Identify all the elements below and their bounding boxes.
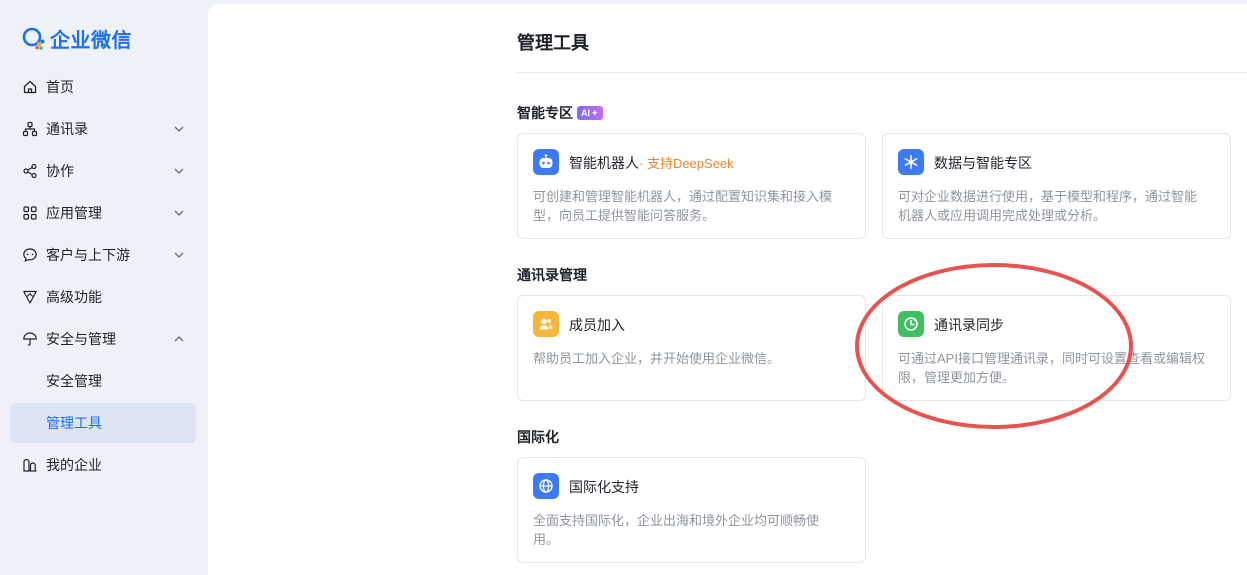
sidebar-item-security[interactable]: 安全与管理	[10, 319, 196, 359]
sidebar-item-app-management[interactable]: 应用管理	[10, 193, 196, 233]
sidebar-item-label: 安全与管理	[46, 331, 116, 347]
ai-badge-text: AI	[581, 108, 590, 118]
chevron-down-icon[interactable]	[172, 122, 186, 136]
data-snowflake-icon	[898, 149, 924, 175]
sidebar-item-home[interactable]: 首页	[10, 67, 196, 107]
app-logo[interactable]: 企业微信	[20, 24, 132, 52]
section-title-text: 国际化	[517, 429, 559, 445]
page-title: 管理工具	[517, 33, 589, 53]
card-title: 数据与智能专区	[934, 155, 1032, 171]
sidebar-item-label: 管理工具	[46, 415, 102, 431]
card-title: 成员加入	[569, 317, 625, 333]
main-content: 管理工具 智能专区 AI ✦ 智能机器人· 支持DeepSeek 可创建和管理智…	[208, 4, 1247, 575]
card-internationalization[interactable]: 国际化支持 全面支持国际化，企业出海和境外企业均可顺畅使用。	[517, 457, 866, 563]
robot-icon	[533, 149, 559, 175]
share-icon	[22, 163, 38, 179]
building-icon	[22, 457, 38, 473]
section-title-contacts: 通讯录管理	[517, 265, 587, 285]
card-member-join[interactable]: 成员加入 帮助员工加入企业，并开始使用企业微信。	[517, 295, 866, 401]
sidebar-item-management-tools[interactable]: 管理工具	[10, 403, 196, 443]
card-description: 帮助员工加入企业，并开始使用企业微信。	[533, 351, 781, 366]
card-title: 智能机器人· 支持DeepSeek	[569, 153, 734, 173]
members-icon	[533, 311, 559, 337]
sidebar-item-contacts[interactable]: 通讯录	[10, 109, 196, 149]
ai-badge: AI ✦	[577, 106, 603, 120]
sidebar-item-label: 首页	[46, 79, 74, 95]
sync-icon	[898, 311, 924, 337]
deepseek-support-label: · 支持DeepSeek	[639, 156, 734, 171]
umbrella-icon	[22, 331, 38, 347]
chevron-down-icon[interactable]	[172, 206, 186, 220]
sidebar-item-collaboration[interactable]: 协作	[10, 151, 196, 191]
sidebar-item-label: 安全管理	[46, 373, 102, 389]
sidebar-item-customers[interactable]: 客户与上下游	[10, 235, 196, 275]
chevron-down-icon[interactable]	[172, 164, 186, 178]
sidebar-item-security-management[interactable]: 安全管理	[10, 361, 196, 401]
card-title-text: 智能机器人	[569, 155, 639, 171]
card-contacts-sync[interactable]: 通讯录同步 可通过API接口管理通讯录，同时可设置查看或编辑权限，管理更加方便。	[882, 295, 1231, 401]
card-smart-robot[interactable]: 智能机器人· 支持DeepSeek 可创建和管理智能机器人，通过配置知识集和接入…	[517, 133, 866, 239]
card-description: 可创建和管理智能机器人，通过配置知识集和接入模型，向员工提供智能问答服务。	[533, 189, 833, 223]
card-title: 通讯录同步	[934, 317, 1004, 333]
card-description: 可对企业数据进行使用，基于模型和程序，通过智能机器人或应用调用完成处理或分析。	[898, 189, 1198, 223]
wecom-logo-icon	[20, 24, 48, 52]
chevron-down-icon[interactable]	[172, 248, 186, 262]
sidebar-item-label: 应用管理	[46, 205, 102, 221]
funnel-icon	[22, 289, 38, 305]
sparkle-icon: ✦	[591, 107, 599, 118]
sidebar-item-advanced[interactable]: 高级功能	[10, 277, 196, 317]
title-divider	[517, 72, 1247, 73]
grid-icon	[22, 205, 38, 221]
card-data-intelligence[interactable]: 数据与智能专区 可对企业数据进行使用，基于模型和程序，通过智能机器人或应用调用完…	[882, 133, 1231, 239]
card-description: 可通过API接口管理通讯录，同时可设置查看或编辑权限，管理更加方便。	[898, 351, 1205, 385]
org-chart-icon	[22, 121, 38, 137]
app-name: 企业微信	[50, 29, 132, 52]
sidebar-item-label: 通讯录	[46, 121, 88, 137]
sidebar: 企业微信 首页 通讯录 协作 应用管理 客户与上下游 高级功能 安全与管理 安全…	[0, 0, 208, 575]
section-title-international: 国际化	[517, 427, 559, 447]
chevron-up-icon[interactable]	[172, 332, 186, 346]
sidebar-item-label: 协作	[46, 163, 74, 179]
sidebar-item-my-company[interactable]: 我的企业	[10, 445, 196, 485]
chat-icon	[22, 247, 38, 263]
sidebar-item-label: 我的企业	[46, 457, 102, 473]
section-title-text: 通讯录管理	[517, 267, 587, 283]
sidebar-item-label: 高级功能	[46, 289, 102, 305]
globe-icon	[533, 473, 559, 499]
home-icon	[22, 79, 38, 95]
sidebar-item-label: 客户与上下游	[46, 247, 130, 263]
card-title: 国际化支持	[569, 479, 639, 495]
section-title-ai: 智能专区 AI ✦	[517, 103, 603, 123]
section-title-text: 智能专区	[517, 105, 573, 121]
card-description: 全面支持国际化，企业出海和境外企业均可顺畅使用。	[533, 513, 820, 547]
